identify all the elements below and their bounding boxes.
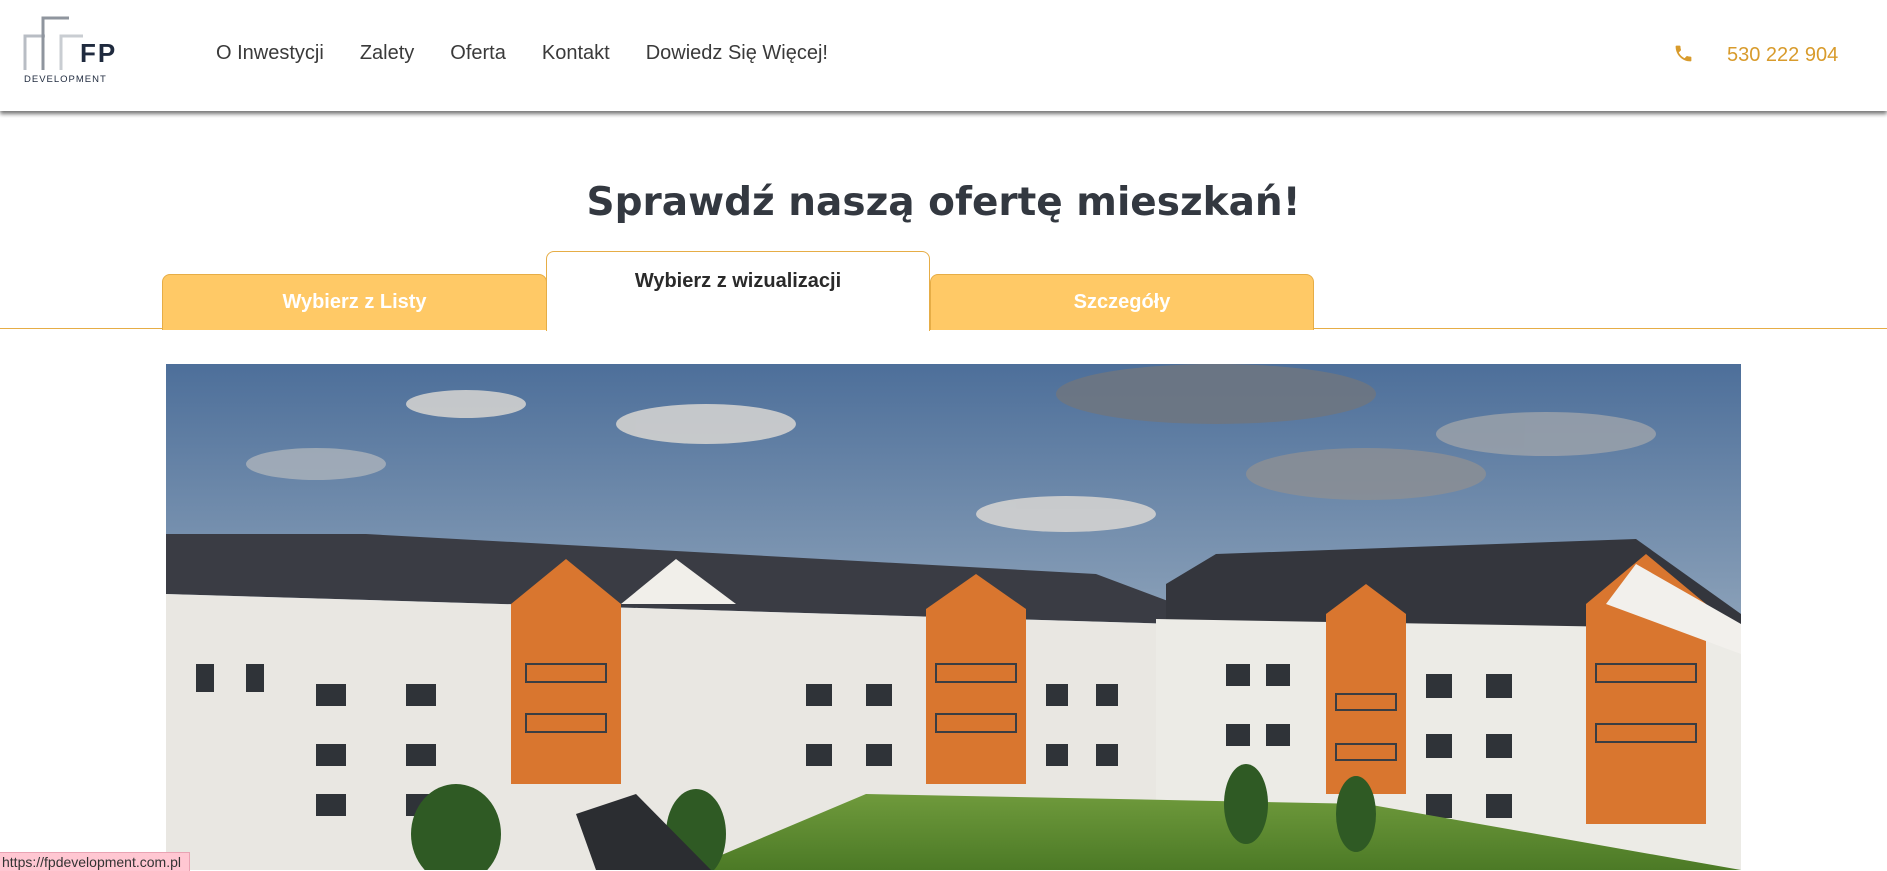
tab-label: Wybierz z Listy bbox=[282, 291, 427, 313]
tab-wybierz-z-wizualizacji[interactable]: Wybierz z wizualizacji bbox=[546, 251, 930, 331]
tab-label: Szczegóły bbox=[1073, 291, 1171, 313]
nav-link-dowiedz-sie-wiecej[interactable]: Dowiedz Się Więcej! bbox=[646, 41, 828, 65]
tab-szczegoly[interactable]: Szczegóły bbox=[930, 274, 1314, 330]
tab-wybierz-z-listy[interactable]: Wybierz z Listy bbox=[162, 274, 547, 330]
status-bar-url: https://fpdevelopment.com.pl bbox=[0, 852, 190, 871]
section-title: Sprawdź naszą ofertę mieszkań! bbox=[586, 180, 1301, 225]
site-header: FP DEVELOPMENT O Inwestycji Zalety Ofert… bbox=[0, 0, 1887, 111]
nav-link-zalety[interactable]: Zalety bbox=[360, 41, 414, 65]
nav-link-oferta[interactable]: Oferta bbox=[450, 41, 506, 65]
nav-link-kontakt[interactable]: Kontakt bbox=[542, 41, 610, 65]
tab-label: Wybierz z wizualizacji bbox=[634, 270, 842, 292]
phone-number-link[interactable]: 530 222 904 bbox=[1727, 43, 1838, 67]
logo-subtext: DEVELOPMENT bbox=[24, 74, 107, 85]
logo-text: FP bbox=[80, 38, 118, 68]
main-nav: O Inwestycji Zalety Oferta Kontakt Dowie… bbox=[216, 41, 864, 65]
phone-icon[interactable] bbox=[1673, 43, 1694, 64]
building-visualization[interactable] bbox=[166, 364, 1741, 870]
brand-logo[interactable]: FP DEVELOPMENT bbox=[23, 14, 135, 88]
nav-link-o-inwestycji[interactable]: O Inwestycji bbox=[216, 41, 324, 65]
